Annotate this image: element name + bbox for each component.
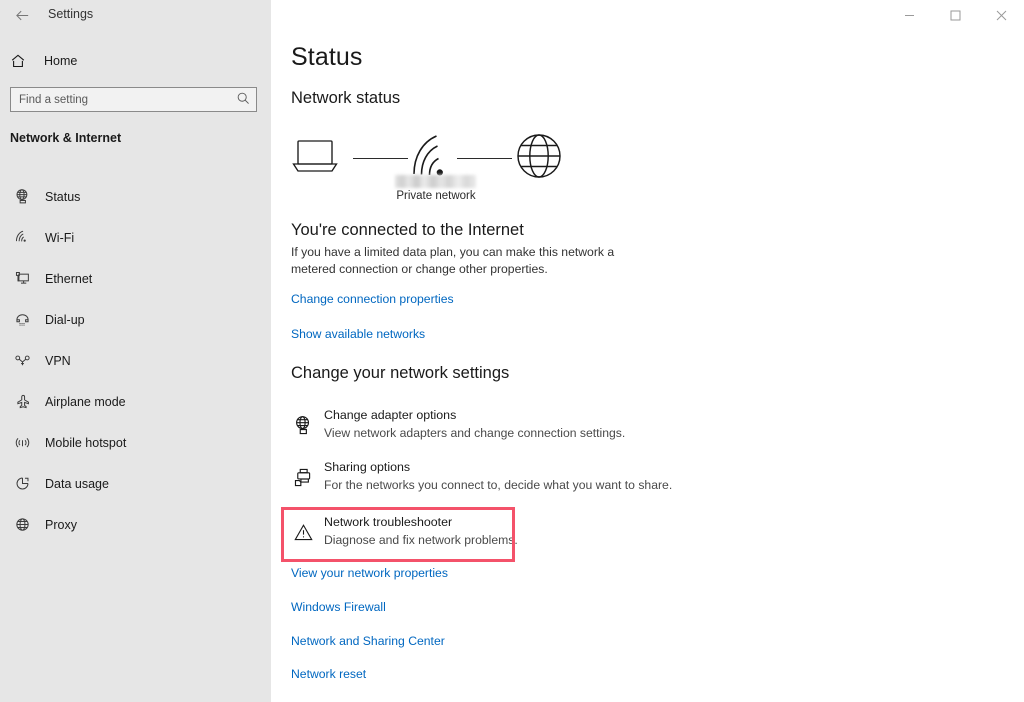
setting-title-sharing-options: Sharing options (324, 460, 411, 474)
monitor-icon (10, 270, 34, 287)
sidebar: Home Network & Internet (0, 0, 271, 702)
search-input[interactable] (10, 87, 257, 112)
sidebar-item-airplane-mode[interactable]: Airplane mode (0, 381, 271, 422)
setting-title-network-troubleshooter: Network troubleshooter (324, 515, 453, 529)
close-button[interactable] (978, 0, 1024, 30)
laptop-icon (291, 136, 339, 183)
sidebar-label-ethernet: Ethernet (45, 271, 93, 286)
setting-subtitle-sharing-options: For the networks you connect to, decide … (324, 478, 673, 492)
sharing-icon (290, 464, 316, 490)
sidebar-label-airplane-mode: Airplane mode (45, 394, 126, 409)
network-name-redacted (395, 175, 476, 188)
connection-status-title: You're connected to the Internet (291, 221, 524, 239)
link-view-your-network-properties[interactable]: View your network properties (291, 566, 448, 580)
wifi-icon (10, 229, 34, 246)
title-bar: Settings (0, 0, 1024, 32)
setting-title-change-adapter-options: Change adapter options (324, 408, 457, 422)
setting-sharing-options[interactable]: Sharing options For the networks you con… (290, 460, 710, 504)
sidebar-label-data-usage: Data usage (45, 476, 109, 491)
network-adapter-icon (290, 412, 316, 438)
sidebar-label-dialup: Dial-up (45, 312, 85, 327)
maximize-button[interactable] (932, 0, 978, 30)
window-title: Settings (48, 7, 94, 21)
link-show-available-networks[interactable]: Show available networks (291, 327, 425, 341)
sidebar-label-vpn: VPN (45, 353, 71, 368)
globe-icon-diagram (513, 130, 565, 187)
change-network-settings-heading: Change your network settings (291, 364, 510, 382)
sidebar-label-wifi: Wi-Fi (45, 230, 75, 245)
setting-network-troubleshooter[interactable]: Network troubleshooter Diagnose and fix … (290, 515, 710, 559)
setting-subtitle-change-adapter-options: View network adapters and change connect… (324, 426, 626, 440)
warning-triangle-icon (290, 519, 316, 545)
network-diagram: Private network (291, 128, 581, 208)
link-windows-firewall[interactable]: Windows Firewall (291, 600, 386, 614)
link-network-reset[interactable]: Network reset (291, 667, 366, 681)
back-button[interactable] (6, 0, 38, 30)
sidebar-item-wifi[interactable]: Wi-Fi (0, 217, 271, 258)
globe-icon (10, 516, 34, 533)
network-type-label: Private network (396, 190, 476, 202)
sidebar-item-dialup[interactable]: Dial-up (0, 299, 271, 340)
sidebar-item-vpn[interactable]: VPN (0, 340, 271, 381)
connection-line-left (353, 158, 408, 159)
sidebar-category-title: Network & Internet (10, 131, 122, 145)
pie-chart-icon (10, 475, 34, 492)
sidebar-item-proxy[interactable]: Proxy (0, 504, 271, 545)
sidebar-home-label: Home (44, 54, 78, 68)
connection-status-description: If you have a limited data plan, you can… (291, 245, 615, 276)
main-content: Status Network status Private network Yo… (271, 0, 1024, 702)
sidebar-label-status: Status (45, 189, 81, 204)
settings-window: Home Network & Internet (0, 0, 1024, 702)
sidebar-item-ethernet[interactable]: Ethernet (0, 258, 271, 299)
sidebar-nav: Status Wi-Fi Ethernet Dial-up VPN Airpla… (0, 176, 271, 545)
sidebar-label-proxy: Proxy (45, 517, 77, 532)
minimize-button[interactable] (886, 0, 932, 30)
sidebar-item-mobile-hotspot[interactable]: Mobile hotspot (0, 422, 271, 463)
page-title: Status (291, 43, 363, 71)
sidebar-label-mobile-hotspot: Mobile hotspot (45, 435, 127, 450)
connection-line-right (457, 158, 512, 159)
setting-subtitle-network-troubleshooter: Diagnose and fix network problems. (324, 533, 518, 547)
link-network-and-sharing-center[interactable]: Network and Sharing Center (291, 634, 445, 648)
search-container (10, 87, 257, 112)
phone-icon (10, 311, 34, 328)
setting-change-adapter-options[interactable]: Change adapter options View network adap… (290, 408, 710, 452)
sidebar-item-data-usage[interactable]: Data usage (0, 463, 271, 504)
airplane-icon (10, 393, 34, 410)
sidebar-item-home[interactable]: Home (0, 46, 271, 76)
globe-monitor-icon (10, 188, 34, 205)
window-controls (886, 0, 1024, 30)
link-change-connection-properties[interactable]: Change connection properties (291, 292, 454, 306)
vpn-key-icon (10, 352, 34, 369)
broadcast-icon (10, 434, 34, 451)
network-status-heading: Network status (291, 89, 401, 107)
home-icon (10, 53, 36, 69)
sidebar-item-status[interactable]: Status (0, 176, 271, 217)
